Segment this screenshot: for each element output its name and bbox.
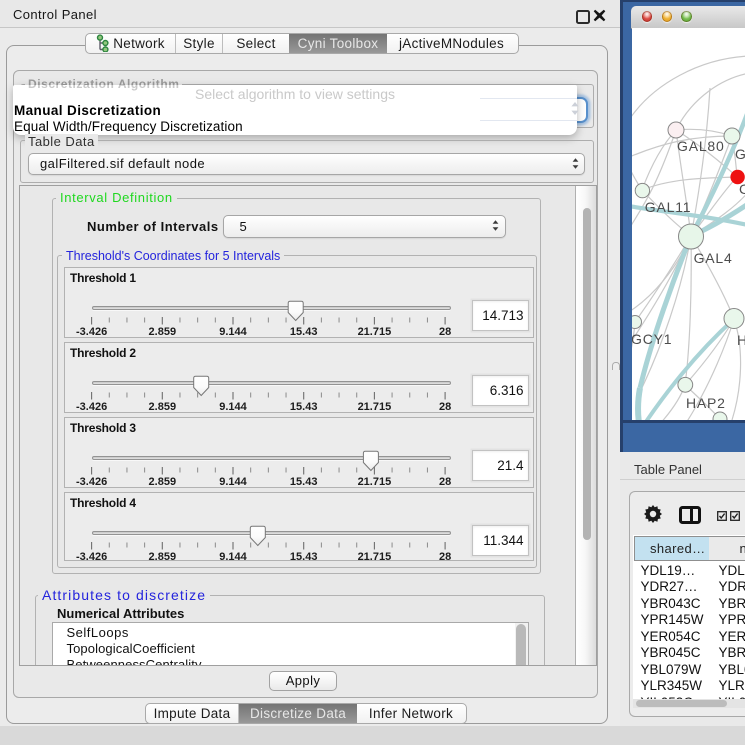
svg-text:C: C bbox=[739, 181, 745, 197]
svg-text:GCY1: GCY1 bbox=[632, 331, 672, 347]
svg-text:GAL4: GAL4 bbox=[693, 250, 732, 266]
svg-text:GAL80: GAL80 bbox=[677, 138, 725, 154]
svg-text:GA: GA bbox=[735, 146, 745, 162]
svg-text:H: H bbox=[737, 332, 745, 348]
svg-text:HAP2: HAP2 bbox=[686, 395, 726, 411]
svg-text:GAL11: GAL11 bbox=[644, 199, 691, 215]
